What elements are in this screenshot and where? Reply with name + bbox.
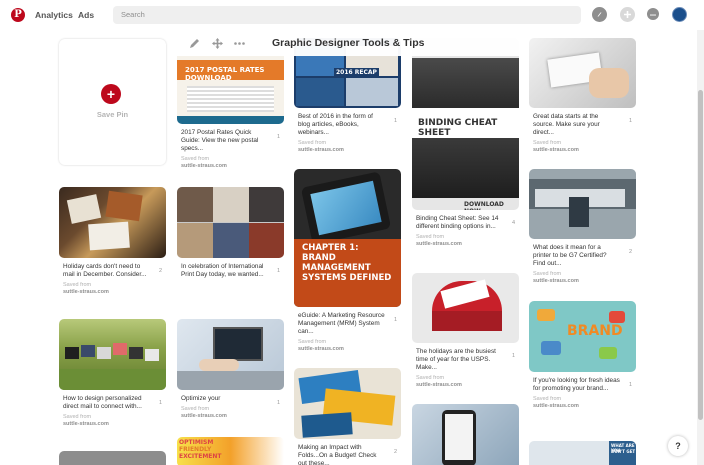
pin-image-text: 2017 POSTAL RATES DOWNLOAD [185, 66, 265, 82]
pin-card[interactable]: 1 Great data starts at the source. Make … [529, 38, 636, 154]
pin-card[interactable]: 1 Optimize your Saved from suttle-straus.… [177, 319, 284, 420]
pin-description: Holiday cards don't need to mail in Dece… [63, 263, 147, 278]
pin-card[interactable] [412, 404, 519, 465]
add-plus-icon[interactable]: + [101, 84, 121, 104]
pin-source: Saved from suttle-straus.com [63, 414, 109, 427]
pin-image[interactable] [412, 404, 519, 465]
pinterest-board-page: P Analytics Ads Search Graphic Designer … [0, 0, 704, 465]
pin-card[interactable] [59, 451, 166, 465]
move-arrows-icon[interactable] [212, 38, 223, 49]
pin-source: Saved from suttle-straus.com [63, 282, 109, 295]
messages-chat-icon[interactable] [647, 8, 659, 20]
repin-count: 2 [628, 249, 632, 255]
pin-image[interactable]: WHAT ARE YOU DON'T GET [529, 441, 636, 465]
create-plus-icon[interactable] [620, 7, 635, 22]
pin-source: Saved from suttle-straus.com [298, 339, 344, 352]
pin-source: Saved from suttle-straus.com [416, 234, 462, 247]
pin-image[interactable] [177, 319, 284, 390]
pin-description: In celebration of International Print Da… [181, 263, 264, 278]
pin-image[interactable] [59, 451, 166, 465]
pin-image[interactable] [529, 169, 636, 239]
pin-card[interactable]: OPTIMISM FRIENDLY EXCITEMENT [177, 437, 284, 465]
repin-count: 2 [393, 449, 397, 455]
repin-count: 1 [393, 317, 397, 323]
search-placeholder: Search [121, 10, 145, 19]
help-button[interactable]: ? [668, 436, 688, 456]
save-pin-label: Save Pin [96, 110, 129, 119]
pin-image[interactable]: CHAPTER 1: BRAND MANAGEMENT SYSTEMS DEFI… [294, 169, 401, 307]
pin-source: Saved from suttle-straus.com [181, 156, 227, 169]
pin-image[interactable]: BINDING CHEAT SHEET DOWNLOAD NOW [412, 38, 519, 210]
save-pin-card[interactable]: + Save Pin [59, 39, 166, 165]
repin-count: 1 [511, 353, 515, 359]
pin-card[interactable]: 1 In celebration of International Print … [177, 187, 284, 279]
repin-count: 1 [276, 268, 280, 274]
pin-image[interactable] [529, 38, 636, 108]
pin-description: Making an Impact with Folds...On a Budge… [298, 444, 377, 465]
pin-description: What does it mean for a printer to be G7… [533, 244, 607, 267]
pin-source: Saved from suttle-straus.com [298, 140, 344, 153]
repin-count: 1 [628, 382, 632, 388]
pin-description: The holidays are the busiest time of yea… [416, 348, 496, 371]
pin-image[interactable]: BRAND [529, 301, 636, 372]
board-title: Graphic Designer Tools & Tips [272, 37, 425, 49]
pin-image[interactable] [177, 187, 284, 258]
pin-source: Saved from suttle-straus.com [533, 396, 579, 409]
pin-description: How to design personalized direct mail t… [63, 395, 142, 410]
pin-description: If you're looking for fresh ideas for pr… [533, 377, 620, 392]
pin-source: Saved from suttle-straus.com [416, 375, 462, 388]
pin-image-text: BINDING CHEAT SHEET [418, 118, 498, 138]
repin-count: 1 [628, 118, 632, 124]
pin-card[interactable]: BINDING CHEAT SHEET DOWNLOAD NOW 4 Bindi… [412, 38, 519, 248]
pin-description: Optimize your [181, 395, 221, 402]
nav-analytics[interactable]: Analytics [35, 10, 73, 20]
pin-card[interactable]: BRAND 1 If you're looking for fresh idea… [529, 301, 636, 410]
repin-count: 4 [511, 220, 515, 226]
explore-compass-icon[interactable] [592, 7, 607, 22]
more-options-icon[interactable] [234, 38, 245, 49]
pin-card[interactable]: WHAT ARE YOU DON'T GET [529, 441, 636, 465]
pin-source: Saved from suttle-straus.com [181, 406, 227, 419]
repin-count: 2 [158, 268, 162, 274]
pin-image[interactable] [294, 368, 401, 439]
user-avatar[interactable] [672, 7, 687, 22]
pin-image-text: BRAND [567, 323, 623, 339]
pin-image-text: 2016 RECAP [334, 68, 379, 77]
top-header: P Analytics Ads Search [0, 0, 704, 30]
pin-card[interactable]: 2 Making an Impact with Folds...On a Bud… [294, 368, 401, 465]
page-scrollbar[interactable] [697, 30, 704, 465]
scrollbar-thumb[interactable] [698, 90, 703, 420]
pin-description: 2017 Postal Rates Quick Guide: View the … [181, 129, 259, 152]
pin-image-subtext: DOWNLOAD NOW [464, 201, 504, 210]
pin-source: Saved from suttle-straus.com [533, 140, 579, 153]
pin-card[interactable]: 2017 POSTAL RATES DOWNLOAD 1 2017 Postal… [177, 38, 284, 170]
pinterest-logo-icon[interactable]: P [11, 8, 25, 22]
search-input[interactable]: Search [113, 6, 581, 24]
pin-description: Great data starts at the source. Make su… [533, 113, 600, 136]
repin-count: 1 [276, 400, 280, 406]
pin-image[interactable] [412, 273, 519, 343]
pin-card[interactable]: 1 The holidays are the busiest time of y… [412, 273, 519, 389]
pin-card[interactable]: 2 What does it mean for a printer to be … [529, 169, 636, 285]
nav-ads[interactable]: Ads [78, 10, 94, 20]
repin-count: 1 [276, 134, 280, 140]
pin-description: Best of 2016 in the form of blog article… [298, 113, 373, 136]
pin-description: eGuide: A Marketing Resource Management … [298, 312, 385, 335]
pin-image[interactable]: OPTIMISM FRIENDLY EXCITEMENT [177, 437, 284, 465]
pin-description: Binding Cheat Sheet: See 14 different bi… [416, 215, 499, 230]
board-toolbar: Graphic Designer Tools & Tips [177, 32, 519, 56]
pin-source: Saved from suttle-straus.com [533, 271, 579, 284]
edit-pencil-icon[interactable] [189, 38, 200, 49]
pin-image-text: CHAPTER 1: BRAND MANAGEMENT SYSTEMS DEFI… [302, 243, 392, 283]
pin-image[interactable] [59, 187, 166, 258]
pin-card[interactable]: 1 How to design personalized direct mail… [59, 319, 166, 428]
pin-card[interactable]: 2 Holiday cards don't need to mail in De… [59, 187, 166, 296]
pin-image[interactable] [59, 319, 166, 390]
pin-card[interactable]: CHAPTER 1: BRAND MANAGEMENT SYSTEMS DEFI… [294, 169, 401, 353]
repin-count: 1 [158, 400, 162, 406]
repin-count: 1 [393, 118, 397, 124]
